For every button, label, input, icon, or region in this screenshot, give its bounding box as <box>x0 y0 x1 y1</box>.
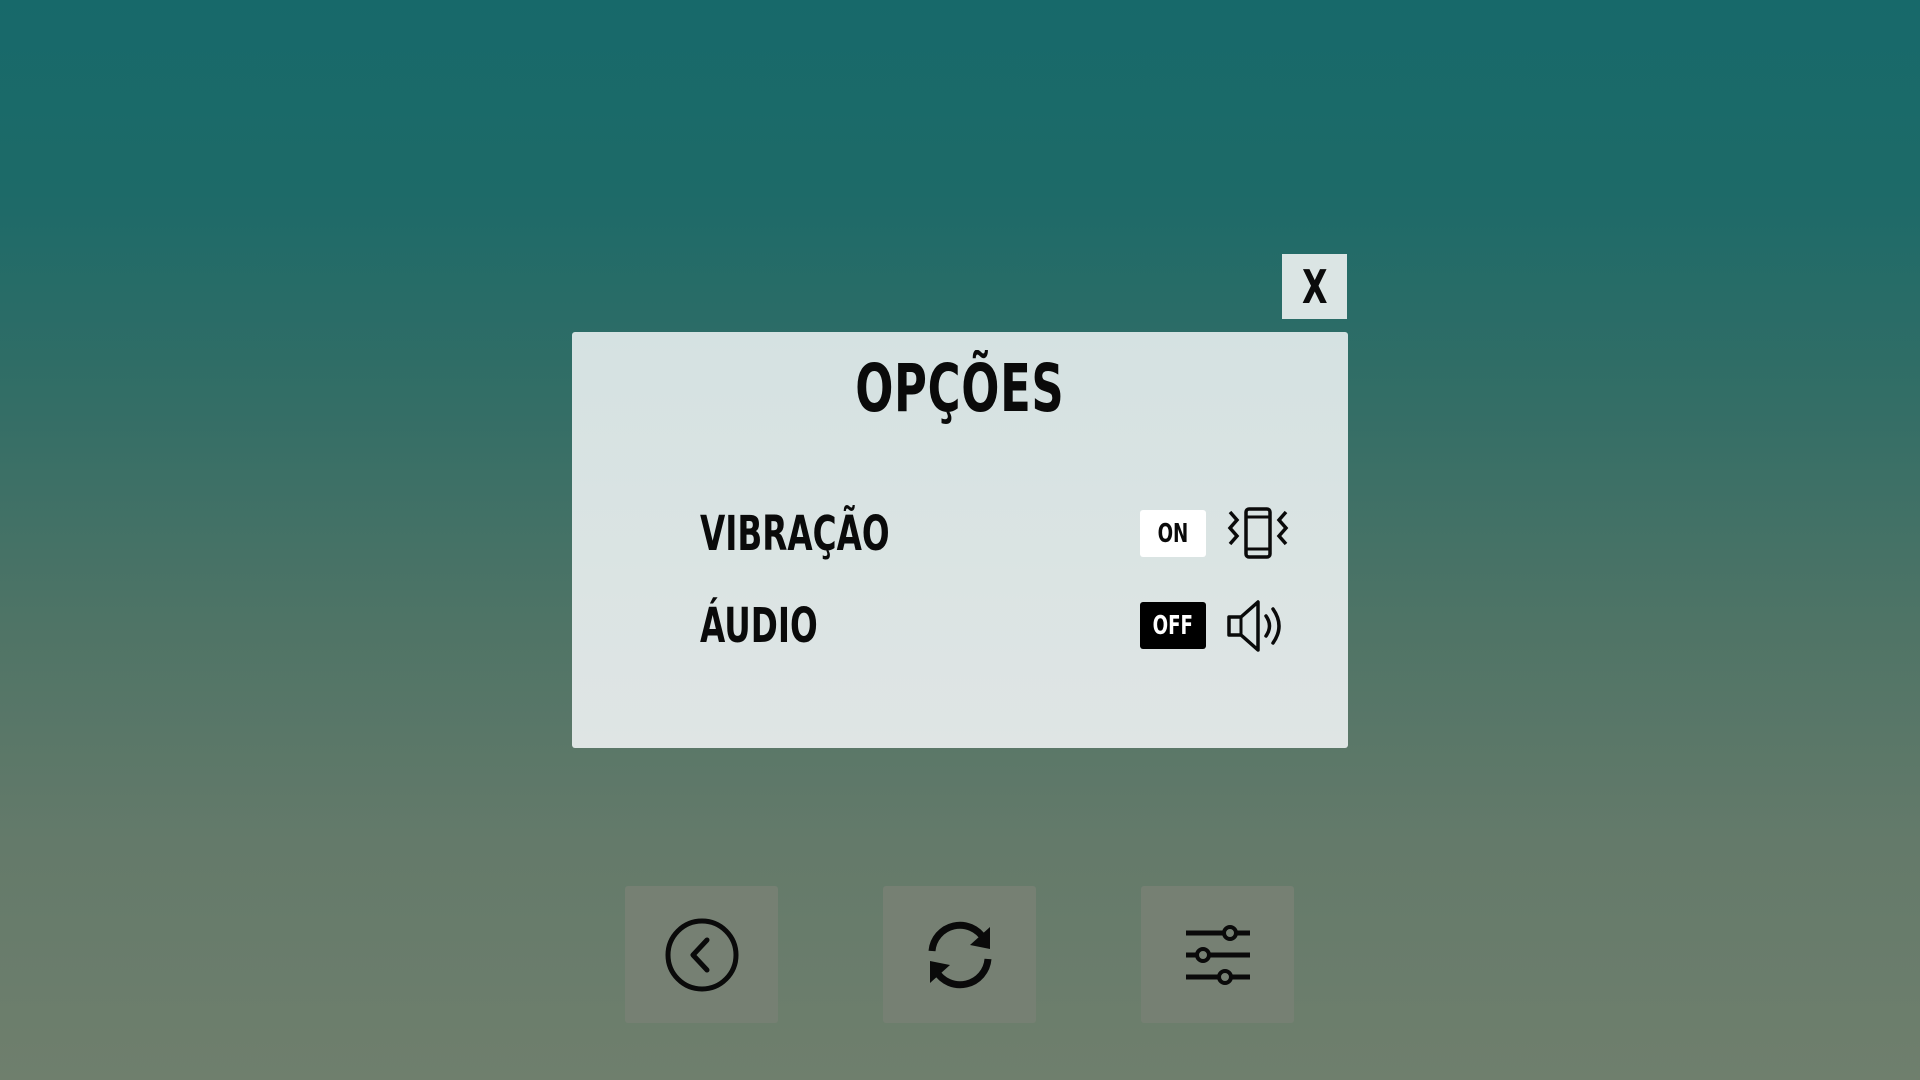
audio-toggle-label: OFF <box>1152 610 1194 641</box>
vibration-toggle-label: ON <box>1157 518 1189 549</box>
chevron-left-circle-icon <box>665 918 738 991</box>
audio-label: ÁUDIO <box>700 598 818 654</box>
back-button[interactable] <box>625 886 778 1023</box>
vibration-toggle[interactable]: ON <box>1140 510 1206 557</box>
refresh-icon <box>928 921 991 988</box>
vibration-phone-icon <box>1227 507 1289 559</box>
vibration-label: VIBRAÇÃO <box>700 506 890 562</box>
settings-button[interactable] <box>1141 886 1294 1023</box>
option-row-vibration: VIBRAÇÃO ON <box>700 502 1289 562</box>
close-button-label: X <box>1301 259 1328 314</box>
option-row-audio: ÁUDIO OFF <box>700 594 1281 654</box>
speaker-icon <box>1227 600 1281 652</box>
dialog-title-wrap: OPÇÕES <box>572 350 1348 427</box>
options-dialog: OPÇÕES VIBRAÇÃO ON ÁUDIO OFF <box>572 332 1348 748</box>
sliders-icon <box>1185 924 1250 985</box>
close-button[interactable]: X <box>1282 254 1347 319</box>
audio-toggle[interactable]: OFF <box>1140 602 1206 649</box>
restart-button[interactable] <box>883 886 1036 1023</box>
dialog-title: OPÇÕES <box>855 350 1065 427</box>
